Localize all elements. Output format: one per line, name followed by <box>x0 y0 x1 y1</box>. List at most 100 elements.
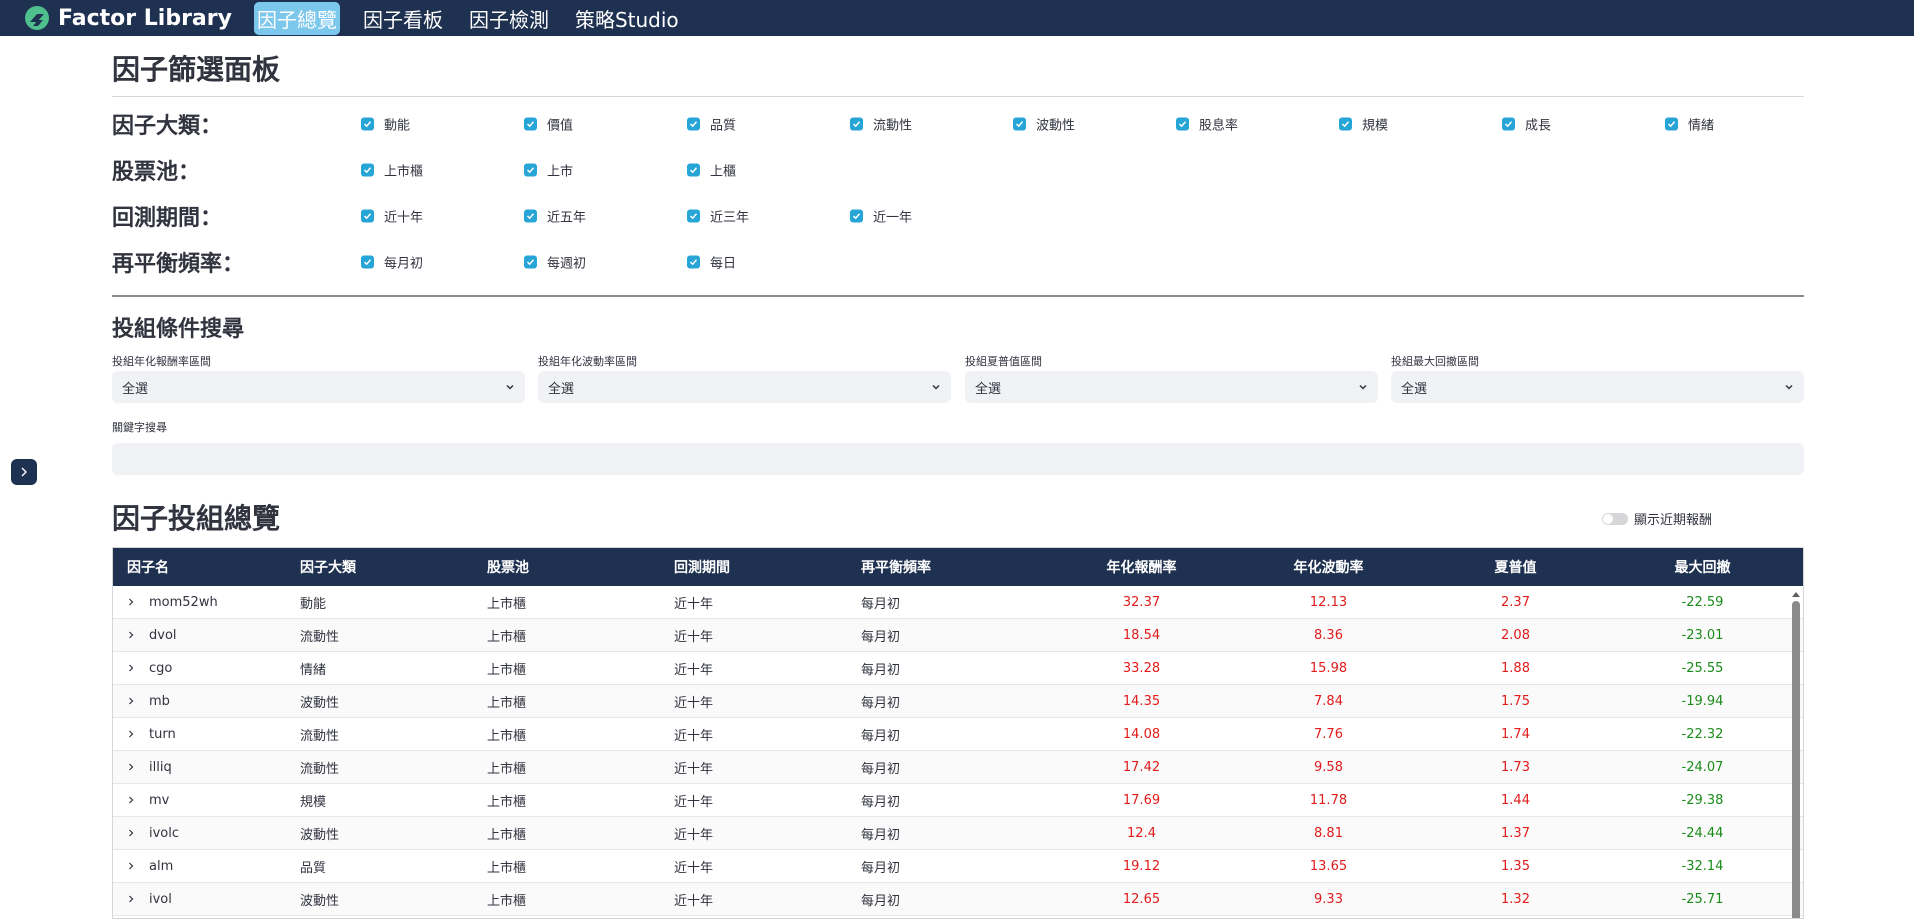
check-icon[interactable] <box>850 117 863 131</box>
select-dropdown[interactable]: 全選 <box>1391 371 1804 403</box>
checkbox-label: 近三年 <box>710 210 750 226</box>
filter-checkbox[interactable]: 價值 <box>524 115 573 134</box>
brand[interactable]: Factor Library <box>24 5 232 31</box>
filter-checkbox[interactable]: 每週初 <box>524 253 586 272</box>
check-icon[interactable] <box>1502 117 1515 131</box>
table-cell: 上市櫃 <box>487 728 527 744</box>
check-icon[interactable] <box>524 209 537 223</box>
check-icon[interactable] <box>361 117 374 131</box>
table-row[interactable]: mom52wh 動能 上市櫃 近十年 每月初 32.37 12.13 2.37 -22.59 <box>113 586 1803 619</box>
column-header[interactable]: 最大回撤 <box>1609 557 1796 577</box>
table-row[interactable]: alm 品質 上市櫃 近十年 每月初 19.12 13.65 1.35 -32.14 <box>113 850 1803 883</box>
filter-checkbox[interactable]: 品質 <box>687 115 736 134</box>
filter-checkbox[interactable]: 波動性 <box>1013 115 1075 134</box>
table-scrollbar[interactable] <box>1791 588 1801 918</box>
table-row[interactable]: mv 規模 上市櫃 近十年 每月初 17.69 11.78 1.44 -29.38 <box>113 784 1803 817</box>
chevron-right-icon[interactable] <box>127 694 137 709</box>
table-cell: 1.74 <box>1501 726 1530 742</box>
table-row[interactable]: turn 流動性 上市櫃 近十年 每月初 14.08 7.76 1.74 -22.32 <box>113 718 1803 751</box>
toggle-switch[interactable] <box>1602 512 1628 525</box>
chevron-right-icon[interactable] <box>127 793 137 808</box>
table-row[interactable]: mb 波動性 上市櫃 近十年 每月初 14.35 7.84 1.75 -19.94 <box>113 685 1803 718</box>
table-cell: 2.37 <box>1501 594 1530 610</box>
table-row[interactable]: cgo 情緒 上市櫃 近十年 每月初 33.28 15.98 1.88 -25.55 <box>113 652 1803 685</box>
table-cell: 波動性 <box>300 827 340 843</box>
filter-checkbox[interactable]: 情緒 <box>1665 115 1714 134</box>
table-cell: 9.58 <box>1314 759 1343 775</box>
select-dropdown[interactable]: 全選 <box>538 371 951 403</box>
chevron-right-icon[interactable] <box>127 760 137 775</box>
filter-checkbox[interactable]: 近五年 <box>524 207 586 226</box>
check-icon[interactable] <box>1013 117 1026 131</box>
toggle-label: 顯示近期報酬 <box>1634 513 1713 528</box>
check-icon[interactable] <box>1176 117 1189 131</box>
column-header[interactable]: 回測期間 <box>674 557 861 577</box>
check-icon[interactable] <box>1665 117 1678 131</box>
table-row[interactable]: illiq 流動性 上市櫃 近十年 每月初 17.42 9.58 1.73 -24.07 <box>113 751 1803 784</box>
check-icon[interactable] <box>524 163 537 177</box>
table-cell: 品質 <box>300 860 327 876</box>
column-header[interactable]: 再平衡頻率 <box>861 557 1048 577</box>
nav-tab-0[interactable]: 因子總覽 <box>253 1 340 35</box>
chevron-right-icon[interactable] <box>127 826 137 841</box>
check-icon[interactable] <box>687 117 700 131</box>
filter-checkbox[interactable]: 成長 <box>1502 115 1551 134</box>
check-icon[interactable] <box>361 163 374 177</box>
chevron-right-icon[interactable] <box>127 727 137 742</box>
column-header[interactable]: 因子大類 <box>300 557 487 577</box>
recent-return-toggle[interactable]: 顯示近期報酬 <box>1602 509 1712 528</box>
column-header[interactable]: 年化波動率 <box>1235 557 1422 577</box>
filter-checkbox[interactable]: 上櫃 <box>687 161 736 180</box>
filter-checkbox[interactable]: 流動性 <box>850 115 912 134</box>
column-header[interactable]: 因子名 <box>113 557 300 577</box>
filter-checkbox[interactable]: 動能 <box>361 115 410 134</box>
check-icon[interactable] <box>1339 117 1352 131</box>
select-dropdown[interactable]: 全選 <box>112 371 525 403</box>
table-row[interactable]: ivolc 波動性 上市櫃 近十年 每月初 12.4 8.81 1.37 -24.44 <box>113 817 1803 850</box>
chevron-right-icon[interactable] <box>127 595 137 610</box>
keyword-search-input[interactable] <box>112 443 1804 475</box>
table-row[interactable]: ivol 波動性 上市櫃 近十年 每月初 12.65 9.33 1.32 -25.71 <box>113 883 1803 916</box>
filter-checkbox[interactable]: 規模 <box>1339 115 1388 134</box>
table-cell: -22.32 <box>1681 726 1724 742</box>
check-icon[interactable] <box>687 209 700 223</box>
check-icon[interactable] <box>361 255 374 269</box>
select-dropdown[interactable]: 全選 <box>965 371 1378 403</box>
chevron-right-icon[interactable] <box>127 859 137 874</box>
chevron-right-icon[interactable] <box>127 628 137 643</box>
filter-checkbox[interactable]: 近一年 <box>850 207 912 226</box>
check-icon[interactable] <box>524 255 537 269</box>
scroll-up-arrow[interactable] <box>1792 592 1800 597</box>
table-cell: -24.07 <box>1681 759 1724 775</box>
column-header[interactable]: 年化報酬率 <box>1048 557 1235 577</box>
scroll-thumb[interactable] <box>1792 601 1800 918</box>
nav-tab-2[interactable]: 因子檢測 <box>466 2 552 35</box>
checkbox-label: 股息率 <box>1199 118 1239 134</box>
column-header[interactable]: 股票池 <box>487 557 674 577</box>
sidebar-expand-button[interactable] <box>11 459 37 485</box>
filter-checkbox[interactable]: 上市 <box>524 161 573 180</box>
filter-checkbox[interactable]: 每日 <box>687 253 736 272</box>
check-icon[interactable] <box>361 209 374 223</box>
filter-rows: 因子大類： 動能 價值 品質 流動性 波動性 股息率 規模 成長 情緒 股票池： 上市櫃 上市 上櫃 回測期… <box>112 101 1804 285</box>
chevron-right-icon[interactable] <box>127 892 137 907</box>
table-body[interactable]: mom52wh 動能 上市櫃 近十年 每月初 32.37 12.13 2.37 -22.59 dv… <box>113 586 1803 918</box>
filter-checkbox[interactable]: 股息率 <box>1176 115 1238 134</box>
filter-checkbox[interactable]: 近三年 <box>687 207 749 226</box>
filter-row: 再平衡頻率： 每月初 每週初 每日 <box>112 239 1804 285</box>
chevron-right-icon[interactable] <box>127 661 137 676</box>
check-icon[interactable] <box>687 163 700 177</box>
filter-checkbox[interactable]: 每月初 <box>361 253 423 272</box>
check-icon[interactable] <box>850 209 863 223</box>
filter-checkbox[interactable]: 上市櫃 <box>361 161 423 180</box>
nav-tab-3[interactable]: 策略Studio <box>572 2 682 35</box>
table-row[interactable]: dvol 流動性 上市櫃 近十年 每月初 18.54 8.36 2.08 -23.01 <box>113 619 1803 652</box>
filter-checkbox[interactable]: 近十年 <box>361 207 423 226</box>
chevron-down-icon <box>1359 384 1367 390</box>
nav-tab-1[interactable]: 因子看板 <box>360 2 446 35</box>
check-icon[interactable] <box>524 117 537 131</box>
column-header[interactable]: 夏普值 <box>1422 557 1609 577</box>
main-nav: 因子總覽 因子看板 因子檢測 策略Studio <box>253 1 702 35</box>
table-cell: 近十年 <box>674 629 714 645</box>
check-icon[interactable] <box>687 255 700 269</box>
